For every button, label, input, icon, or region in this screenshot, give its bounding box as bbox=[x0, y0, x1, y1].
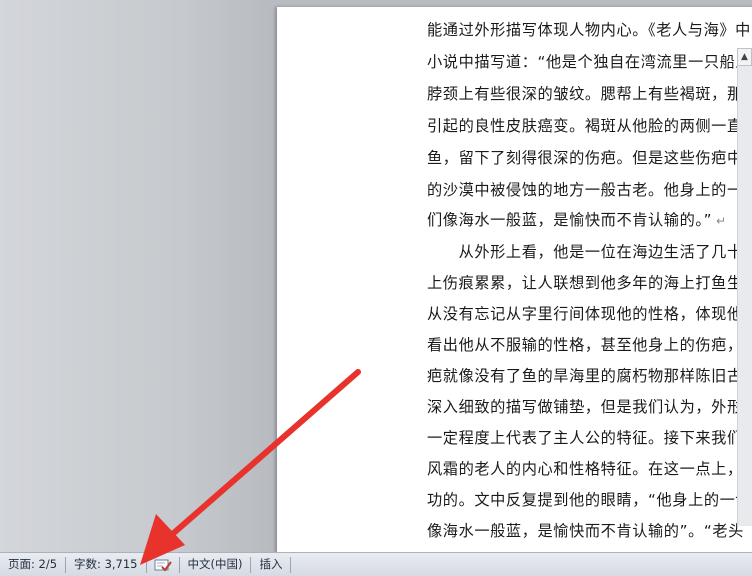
status-bar: 页面: 2/5 字数: 3,715 中文(中国) 插入 bbox=[0, 552, 752, 576]
doc-line: 从没有忘记从字里行间体现他的性格，体现他 bbox=[427, 305, 743, 323]
doc-line: 鱼，留下了刻得很深的伤疤。但是这些伤疤中 bbox=[427, 149, 743, 167]
doc-line: 深入细致的描写做铺垫，但是我们认为，外形 bbox=[427, 398, 743, 416]
doc-line: 像海水一般蓝，是愉快而不肯认输的”。“老头 bbox=[427, 522, 744, 540]
doc-line: 一定程度上代表了主人公的特征。接下来我们 bbox=[427, 429, 743, 447]
document-workspace: 能通过外形描写体现人物内心。《老人与海》中， 小说中描写道：“他是个独自在湾流里… bbox=[0, 0, 752, 552]
doc-line: 疤就像没有了鱼的旱海里的腐朽物那样陈旧古 bbox=[427, 367, 743, 385]
doc-line: 脖颈上有些很深的皱纹。腮帮上有些褐斑，那是 bbox=[427, 85, 752, 103]
insert-mode-indicator[interactable]: 插入 bbox=[251, 553, 290, 576]
doc-line: 小说中描写道：“他是个独自在湾流里一只船上 bbox=[427, 53, 752, 71]
doc-line: 从外形上看，他是一位在海边生活了几十 bbox=[427, 243, 743, 261]
document-page[interactable]: 能通过外形描写体现人物内心。《老人与海》中， 小说中描写道：“他是个独自在湾流里… bbox=[277, 7, 752, 552]
doc-line: 们像海水一般蓝，是愉快而不肯认输的。” ↵ bbox=[427, 211, 727, 229]
scroll-up-button[interactable]: ▲ bbox=[737, 48, 752, 66]
status-separator bbox=[145, 556, 147, 573]
doc-line: 能通过外形描写体现人物内心。《老人与海》中， bbox=[427, 21, 752, 39]
proofing-check-icon[interactable] bbox=[153, 557, 173, 573]
language-indicator[interactable]: 中文(中国) bbox=[180, 553, 251, 576]
doc-line: 上伤痕累累，让人联想到他多年的海上打鱼生 bbox=[427, 274, 743, 292]
page-indicator[interactable]: 页面: 2/5 bbox=[0, 553, 65, 576]
paragraph-mark-icon: ↵ bbox=[716, 214, 727, 228]
doc-line: 引起的良性皮肤癌变。褐斑从他脸的两侧一直 bbox=[427, 117, 743, 135]
word-count[interactable]: 字数: 3,715 bbox=[66, 553, 145, 576]
vertical-scrollbar[interactable] bbox=[737, 66, 752, 526]
doc-line: 的沙漠中被侵蚀的地方一般古老。他身上的一 bbox=[427, 181, 743, 199]
doc-line: 功的。文中反复提到他的眼睛，“他身上的一切 bbox=[427, 491, 752, 509]
doc-line: 风霜的老人的内心和性格特征。在这一点上， bbox=[427, 460, 743, 478]
doc-line: 看出他从不服输的性格，甚至他身上的伤疤， bbox=[427, 336, 743, 354]
status-separator bbox=[290, 556, 292, 573]
